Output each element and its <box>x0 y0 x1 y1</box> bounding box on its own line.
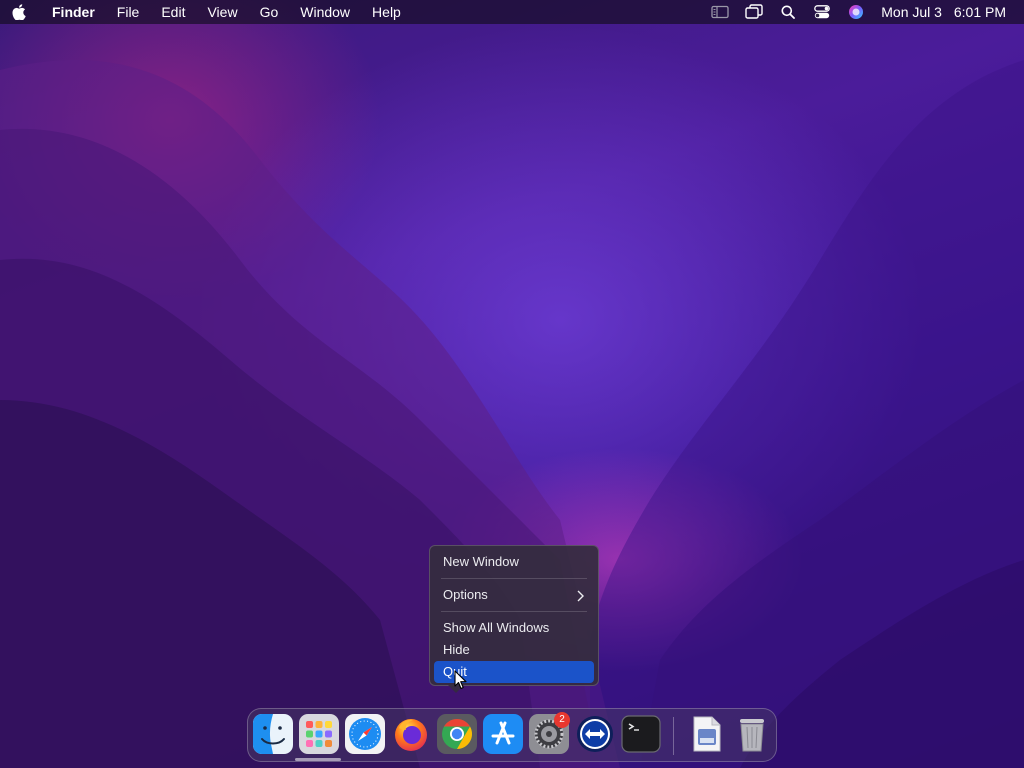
dock: 2 <box>247 708 777 762</box>
finder-icon[interactable] <box>253 714 293 754</box>
mouse-cursor-icon <box>454 670 467 690</box>
terminal-icon[interactable] <box>621 714 661 754</box>
menu-clock[interactable]: Mon Jul 3 6:01 PM <box>881 4 1006 20</box>
menu-item-options[interactable]: Options <box>434 584 594 606</box>
siri-icon[interactable] <box>839 0 873 24</box>
trash-icon[interactable] <box>732 714 772 754</box>
firefox-icon[interactable] <box>391 714 431 754</box>
launchpad-icon[interactable] <box>299 714 339 754</box>
menu-item-new-window[interactable]: New Window <box>434 551 594 573</box>
menu-file[interactable]: File <box>106 0 151 24</box>
menu-help[interactable]: Help <box>361 0 412 24</box>
menu-finder[interactable]: Finder <box>38 0 106 24</box>
control-center-icon[interactable] <box>805 0 839 24</box>
clock-date: Mon Jul 3 <box>881 4 942 20</box>
teamviewer-icon[interactable] <box>575 714 615 754</box>
menu-go[interactable]: Go <box>249 0 290 24</box>
menu-separator <box>441 578 587 579</box>
clock-time: 6:01 PM <box>953 4 1006 20</box>
app-store-icon[interactable] <box>483 714 523 754</box>
screen-mirror-icon[interactable] <box>737 0 771 24</box>
apple-icon[interactable] <box>0 0 38 24</box>
dock-context-menu: New Window Options Show All Windows Hide… <box>429 545 599 693</box>
notification-badge: 2 <box>554 712 570 728</box>
menu-view[interactable]: View <box>196 0 248 24</box>
chrome-icon[interactable] <box>437 714 477 754</box>
menu-item-show-all-windows[interactable]: Show All Windows <box>434 617 594 639</box>
preview-icon[interactable] <box>686 714 726 754</box>
menu-window[interactable]: Window <box>289 0 361 24</box>
menu-separator <box>441 611 587 612</box>
search-icon[interactable] <box>771 0 805 24</box>
menu-item-hide[interactable]: Hide <box>434 639 594 661</box>
menu-bar: Finder File Edit View Go Window Help Mon… <box>0 0 1024 24</box>
sidebar-icon[interactable] <box>703 0 737 24</box>
safari-icon[interactable] <box>345 714 385 754</box>
menu-edit[interactable]: Edit <box>150 0 196 24</box>
menu-item-options-label: Options <box>443 587 488 602</box>
running-indicator <box>295 758 341 761</box>
chevron-right-icon <box>577 584 584 606</box>
dock-separator <box>673 717 674 755</box>
